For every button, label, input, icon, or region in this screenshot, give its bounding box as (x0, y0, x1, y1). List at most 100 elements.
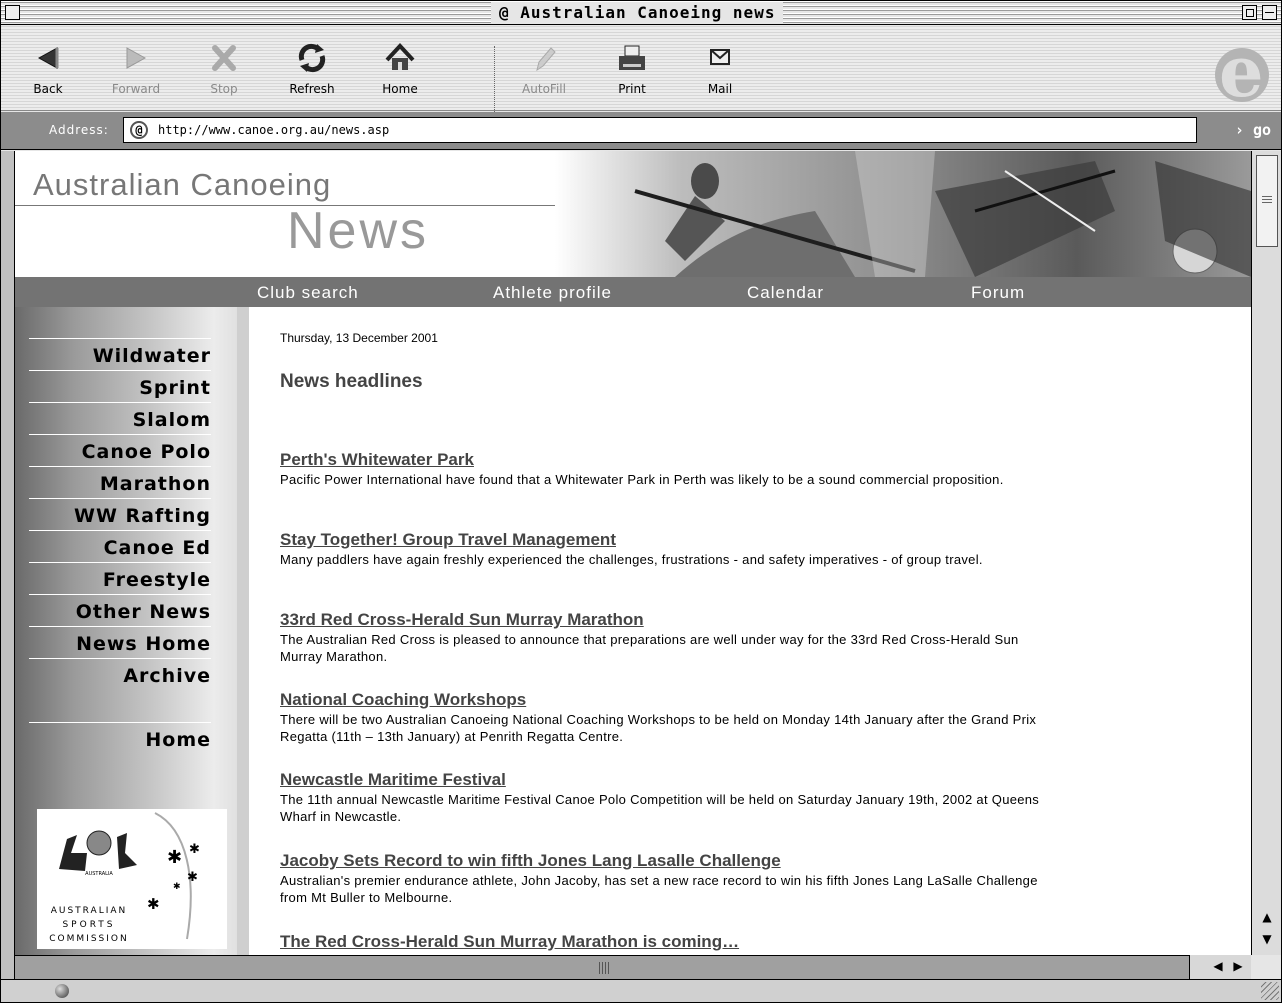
sidebar-item-ww-rafting[interactable]: WW Rafting (29, 498, 211, 528)
home-button[interactable]: Home (365, 34, 435, 96)
logo-crest-text: AUSTRALIA (85, 871, 113, 877)
svg-text:✱: ✱ (187, 870, 198, 885)
news-item-link[interactable]: Perth's Whitewater Park (280, 449, 1040, 471)
back-button[interactable]: Back (13, 34, 83, 96)
banner-paddler-photo (555, 151, 1251, 277)
vertical-scrollbar[interactable]: ▲ ▼ (1251, 151, 1281, 955)
scroll-right-arrow-icon[interactable]: ▶ (1228, 955, 1248, 977)
news-item-summary: There will be two Australian Canoeing Na… (280, 712, 1037, 744)
scroll-down-arrow-icon[interactable]: ▼ (1256, 929, 1278, 949)
scroll-grip (1262, 196, 1272, 205)
print-button[interactable]: Print (597, 34, 667, 96)
news-item: Perth's Whitewater Park Pacific Power In… (280, 449, 1040, 488)
autofill-button[interactable]: AutoFill (509, 34, 579, 96)
australian-sports-commission-logo[interactable]: AUSTRALIA ✱ ✱ ✱ ✱ ✱ AUSTRALIAN SPORTS CO… (37, 809, 227, 949)
nav-calendar[interactable]: Calendar (747, 283, 824, 303)
go-button[interactable]: › go (1235, 121, 1271, 139)
close-box[interactable] (5, 5, 20, 20)
sidebar-item-wildwater[interactable]: Wildwater (29, 338, 211, 368)
news-item: Jacoby Sets Record to win fifth Jones La… (280, 850, 1040, 906)
forward-arrow-icon (126, 47, 147, 69)
refresh-icon (298, 43, 326, 73)
refresh-button[interactable]: Refresh (277, 34, 347, 96)
news-item: The Red Cross-Herald Sun Murray Marathon… (280, 931, 1040, 953)
stop-x-icon (212, 45, 236, 71)
news-item-summary: The Australian Red Cross is pleased to a… (280, 632, 1019, 664)
sidebar-item-other-news[interactable]: Other News (29, 594, 211, 624)
refresh-label: Refresh (289, 82, 335, 96)
news-item-summary: Australian's premier endurance athlete, … (280, 873, 1038, 905)
news-item: 33rd Red Cross-Herald Sun Murray Maratho… (280, 609, 1040, 665)
page-viewport: Australian Canoeing News Club search Ath… (15, 151, 1251, 955)
banner-title: Australian Canoeing (33, 167, 332, 202)
logo-line-1: AUSTRALIAN (51, 906, 128, 916)
at-sign-icon: @ (130, 121, 148, 139)
news-item: Stay Together! Group Travel Management M… (280, 529, 1040, 568)
news-item-summary: The 11th annual Newcastle Maritime Festi… (280, 792, 1040, 824)
sidebar-item-canoe-ed[interactable]: Canoe Ed (29, 530, 211, 560)
address-url[interactable]: http://www.canoe.org.au/news.asp (158, 123, 389, 137)
nav-athlete-profile[interactable]: Athlete profile (493, 283, 612, 303)
svg-text:✱: ✱ (167, 847, 182, 868)
news-item-link[interactable]: Newcastle Maritime Festival (280, 769, 1040, 791)
address-field[interactable]: @ http://www.canoe.org.au/news.asp (123, 117, 1197, 143)
sidebar-item-archive[interactable]: Archive (29, 658, 211, 688)
page-date: Thursday, 13 December 2001 (280, 331, 438, 345)
svg-text:✱: ✱ (173, 882, 181, 892)
news-item-link[interactable]: 33rd Red Cross-Herald Sun Murray Maratho… (280, 609, 1040, 631)
ie-logo-icon (1215, 30, 1269, 113)
print-label: Print (618, 82, 646, 96)
sidebar-item-news-home[interactable]: News Home (29, 626, 211, 656)
sidebar-item-canoe-polo[interactable]: Canoe Polo (29, 434, 211, 464)
news-item-link[interactable]: National Coaching Workshops (280, 689, 1040, 711)
toolbar-separator (494, 46, 496, 116)
sidebar-item-slalom[interactable]: Slalom (29, 402, 211, 432)
scroll-up-arrow-icon[interactable]: ▲ (1256, 907, 1278, 927)
window-title-text: Australian Canoeing news (520, 3, 776, 22)
go-label: go (1252, 121, 1271, 139)
sidebar-item-sprint[interactable]: Sprint (29, 370, 211, 400)
address-label: Address: (49, 123, 109, 137)
sidebar-item-home[interactable]: Home (29, 722, 211, 752)
address-bar: Address: @ http://www.canoe.org.au/news.… (1, 112, 1281, 150)
toolbar: Back Forward Stop Refresh Home AutoFill … (1, 26, 1281, 116)
logo-line-3: COMMISSION (49, 934, 128, 944)
svg-text:✱: ✱ (147, 895, 160, 913)
globe-icon (55, 984, 69, 998)
resize-grip-icon[interactable] (1261, 982, 1279, 1000)
window-left-edge (1, 151, 15, 979)
news-item-summary: Pacific Power International have found t… (280, 472, 1004, 487)
collapse-box[interactable] (1262, 5, 1277, 20)
sidebar-item-freestyle[interactable]: Freestyle (29, 562, 211, 592)
horizontal-scrollbar[interactable] (15, 955, 1251, 979)
news-item-link[interactable]: The Red Cross-Herald Sun Murray Marathon… (280, 931, 1040, 953)
envelope-icon (710, 49, 730, 65)
mail-label: Mail (707, 82, 733, 96)
nav-forum[interactable]: Forum (971, 283, 1025, 303)
forward-label: Forward (111, 82, 161, 96)
scroll-left-arrow-icon[interactable]: ◀ (1208, 955, 1228, 977)
status-bar (1, 979, 1281, 1002)
page-heading: News headlines (280, 371, 423, 392)
back-label: Back (33, 82, 63, 96)
title-bar[interactable]: @ Australian Canoeing news (1, 1, 1281, 25)
site-banner: Australian Canoeing News (15, 151, 1251, 277)
vertical-scroll-thumb[interactable] (1256, 155, 1278, 247)
sidebar-item-marathon[interactable]: Marathon (29, 466, 211, 496)
banner-subtitle: News (287, 202, 430, 260)
sidebar: Wildwater Sprint Slalom Canoe Polo Marat… (15, 307, 249, 955)
news-content: Thursday, 13 December 2001 News headline… (280, 307, 1220, 955)
zoom-box[interactable] (1242, 5, 1257, 20)
mail-button[interactable]: Mail (685, 34, 755, 96)
horizontal-scroll-arrows: ◀ ▶ (1189, 955, 1251, 979)
printer-icon (619, 45, 645, 70)
forward-button[interactable]: Forward (101, 34, 171, 96)
news-item-link[interactable]: Stay Together! Group Travel Management (280, 529, 1040, 551)
autofill-pen-icon (536, 47, 556, 72)
window-title: @ Australian Canoeing news (491, 2, 784, 24)
news-item-link[interactable]: Jacoby Sets Record to win fifth Jones La… (280, 850, 1040, 872)
home-label: Home (382, 82, 418, 96)
nav-club-search[interactable]: Club search (257, 283, 359, 303)
stop-button[interactable]: Stop (189, 34, 259, 96)
autofill-label: AutoFill (522, 82, 566, 96)
